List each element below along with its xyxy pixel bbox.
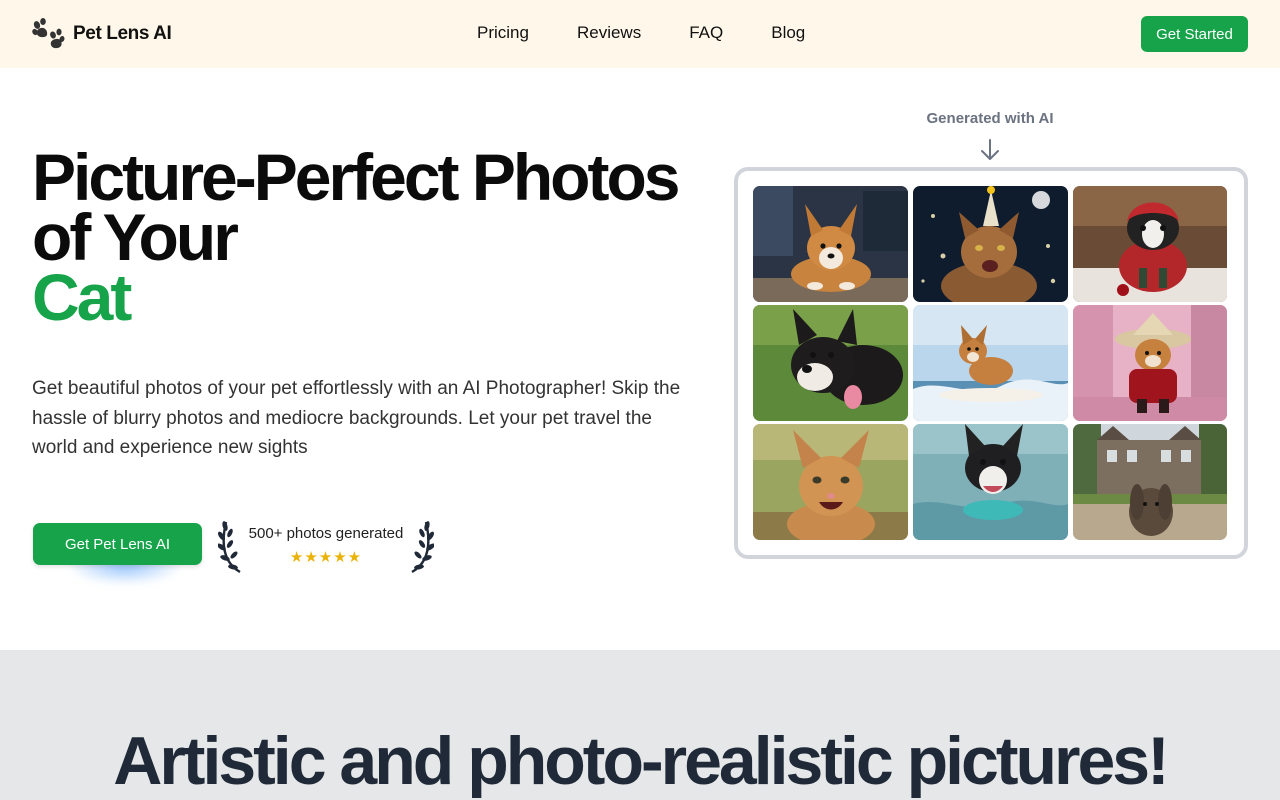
hero-title-pet-type: Cat [32,260,132,334]
kitten-smiling-field-photo[interactable] [753,424,908,540]
paw-icon [32,18,65,49]
hero-title-line-1: Picture-Perfect Photos [32,140,681,214]
brand-name: Pet Lens AI [73,23,172,44]
features-section: Artistic and photo-realistic pictures! [0,650,1280,800]
hero-title: Picture-Perfect Photos of Your Cat [32,140,712,334]
boston-terrier-swimming-photo[interactable] [913,424,1068,540]
nav-link-faq[interactable]: FAQ [689,23,723,43]
hero-description: Get beautiful photos of your pet effortl… [32,378,681,458]
photos-generated-text: 500+ photos generated [248,525,404,542]
generated-with-ai-label: Generated with AI [926,110,1054,127]
top-navbar: Pet Lens AI Pricing Reviews FAQ Blog Get… [0,0,1280,68]
nav-link-blog[interactable]: Blog [771,23,805,43]
features-section-title: Artistic and photo-realistic pictures! [113,723,1170,799]
arrow-down-icon [981,139,999,160]
corgi-straw-hat-cherry-blossom-photo[interactable] [1073,305,1227,421]
boston-terrier-red-hood-photo[interactable] [1073,186,1227,302]
photos-generated-badge: 500+ photos generated ★★★★★ [218,516,434,574]
rabbit-manor-lawn-photo[interactable] [1073,424,1227,540]
cat-party-hat-space-photo[interactable] [913,186,1068,302]
rating-stars-icon: ★★★★★ [289,549,363,566]
corgi-indoor-photo[interactable] [753,186,908,302]
nav-links: Pricing Reviews FAQ Blog [477,23,853,43]
hero-title-line-2: of Your [32,200,239,274]
brand-logo-link[interactable]: Pet Lens AI [32,18,172,50]
get-started-button[interactable]: Get Started [1141,16,1248,52]
laurel-right-icon [411,521,434,574]
get-pet-lens-ai-button[interactable]: Get Pet Lens AI [33,523,202,565]
shiba-puppy-grass-photo[interactable] [753,305,908,421]
nav-link-pricing[interactable]: Pricing [477,23,529,43]
nav-link-reviews[interactable]: Reviews [577,23,641,43]
photo-grid [753,186,1227,540]
ai-photo-gallery [734,167,1248,559]
corgi-surfing-photo[interactable] [913,305,1068,421]
